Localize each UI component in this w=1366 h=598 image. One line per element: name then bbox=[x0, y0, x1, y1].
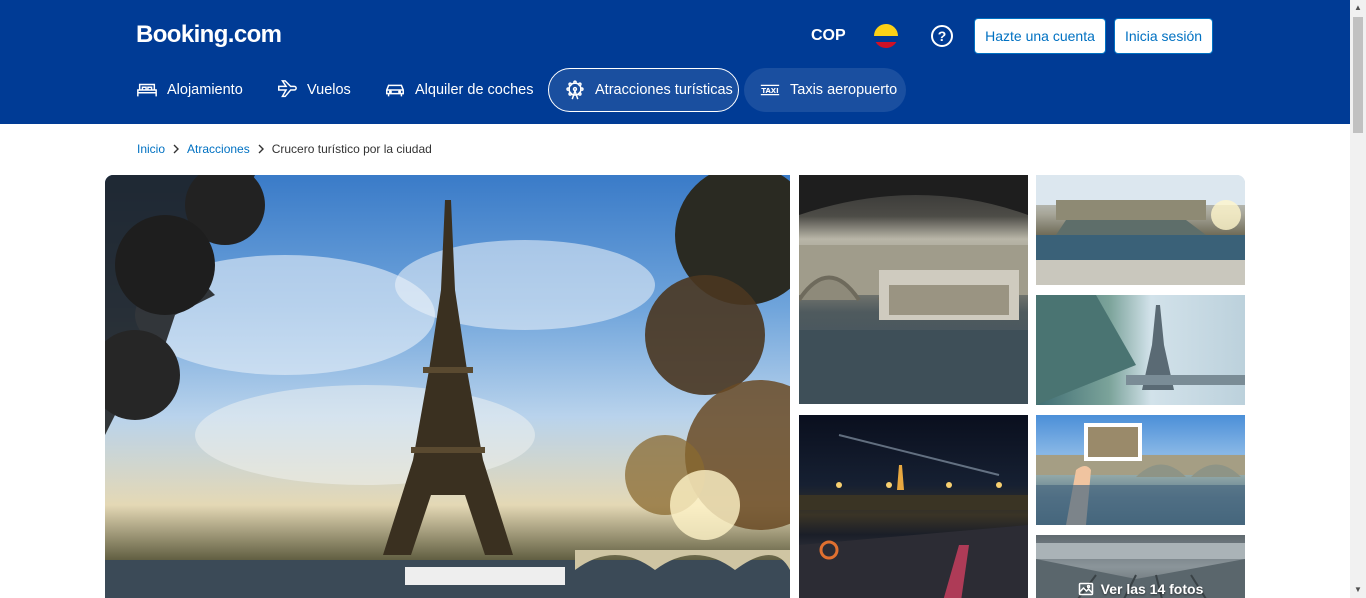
car-icon bbox=[386, 84, 404, 97]
postcard-bridge-photo[interactable] bbox=[1036, 415, 1245, 525]
scrollbar[interactable]: ▲ ▼ bbox=[1350, 0, 1366, 598]
nav-item-stays[interactable]: Alojamiento bbox=[136, 68, 243, 112]
scroll-down-arrow-icon[interactable]: ▼ bbox=[1350, 582, 1366, 598]
night-cruise-illustration bbox=[799, 434, 1028, 598]
nav-item-attractions[interactable]: Atracciones turísticas bbox=[548, 68, 739, 112]
bridge-boat-illustration bbox=[799, 175, 1028, 404]
register-button[interactable]: Hazte una cuenta bbox=[974, 18, 1106, 54]
plane-icon bbox=[278, 80, 297, 98]
postcard-bridge-illustration bbox=[1036, 423, 1245, 525]
tour-boat-illustration bbox=[1036, 175, 1245, 285]
help-icon[interactable]: ? bbox=[931, 25, 953, 47]
chevron-right-icon bbox=[258, 144, 264, 154]
boat-interior-photo[interactable]: Ver las 14 fotos bbox=[1036, 535, 1245, 598]
header: Booking.com COP ? Hazte una cuenta Inici… bbox=[0, 0, 1350, 124]
eiffel-tower-illustration bbox=[105, 175, 790, 598]
colombia-flag-icon[interactable] bbox=[874, 24, 898, 48]
image-icon bbox=[1078, 582, 1093, 596]
view-all-photos-label: Ver las 14 fotos bbox=[1100, 581, 1204, 597]
chevron-right-icon bbox=[173, 144, 180, 154]
attractions-icon bbox=[566, 80, 584, 100]
view-all-photos-button[interactable]: Ver las 14 fotos bbox=[1036, 581, 1245, 597]
tour-boat-photo[interactable] bbox=[1036, 175, 1245, 285]
nav-label: Atracciones turísticas bbox=[595, 82, 733, 98]
scroll-up-arrow-icon[interactable]: ▲ bbox=[1350, 0, 1366, 16]
svg-text:TAXI: TAXI bbox=[761, 87, 778, 95]
breadcrumb-home[interactable]: Inicio bbox=[137, 142, 165, 156]
currency-selector[interactable]: COP bbox=[811, 27, 846, 45]
nav-label: Alquiler de coches bbox=[415, 82, 534, 98]
breadcrumb: Inicio Atracciones Crucero turístico por… bbox=[137, 142, 432, 156]
eiffel-from-boat-photo[interactable] bbox=[1036, 295, 1245, 405]
nav-label: Vuelos bbox=[307, 82, 351, 98]
bed-icon bbox=[137, 83, 157, 97]
night-cruise-photo[interactable] bbox=[799, 415, 1028, 598]
page: Booking.com COP ? Hazte una cuenta Inici… bbox=[0, 0, 1366, 598]
login-button[interactable]: Inicia sesión bbox=[1114, 18, 1213, 54]
breadcrumb-attractions[interactable]: Atracciones bbox=[187, 142, 250, 156]
nav-item-airport-taxis[interactable]: TAXI Taxis aeropuerto bbox=[744, 68, 906, 112]
nav-label: Taxis aeropuerto bbox=[790, 82, 898, 98]
eiffel-from-boat-illustration bbox=[1036, 295, 1245, 405]
scroll-thumb[interactable] bbox=[1353, 17, 1363, 133]
nav-label: Alojamiento bbox=[167, 82, 243, 98]
booking-logo[interactable]: Booking.com bbox=[136, 21, 282, 49]
taxi-icon: TAXI bbox=[760, 84, 780, 96]
nav-item-cars[interactable]: Alquiler de coches bbox=[384, 68, 534, 112]
nav-item-flights[interactable]: Vuelos bbox=[276, 68, 351, 112]
breadcrumb-current: Crucero turístico por la ciudad bbox=[271, 142, 432, 156]
bridge-boat-photo[interactable] bbox=[799, 175, 1028, 404]
eiffel-tower-photo[interactable] bbox=[105, 175, 790, 598]
